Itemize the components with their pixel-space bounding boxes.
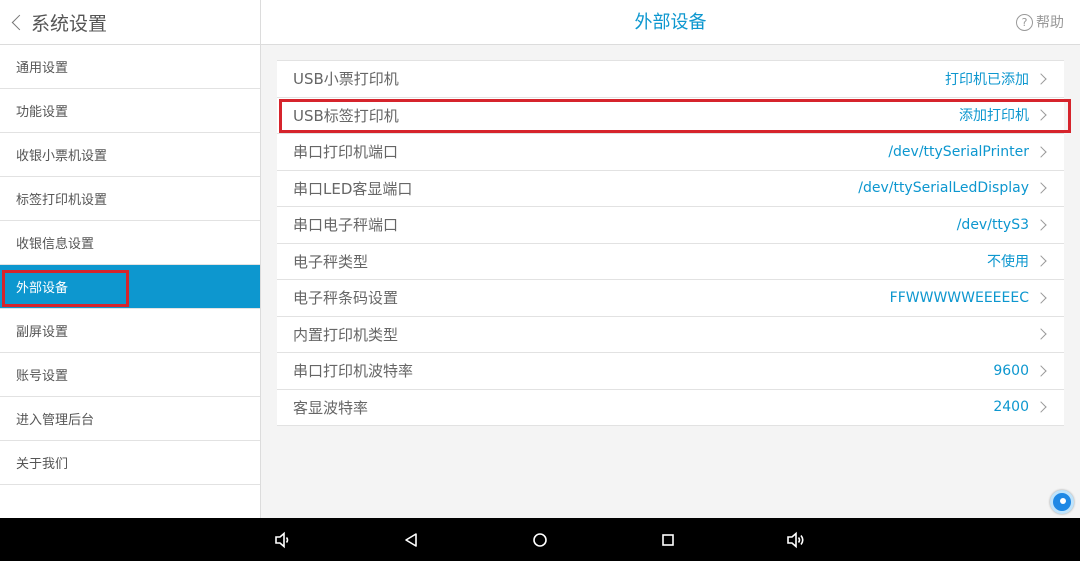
sidebar-item-general[interactable]: 通用设置: [0, 45, 260, 89]
setting-value: /dev/ttyS3: [956, 216, 1029, 233]
chevron-left-icon: [11, 14, 28, 30]
back-button[interactable]: 系统设置: [0, 0, 260, 45]
sidebar-item-label: 标签打印机设置: [16, 193, 108, 208]
sidebar-item-admin-backend[interactable]: 进入管理后台: [0, 397, 260, 441]
setting-label: 客显波特率: [293, 398, 369, 417]
chevron-right-icon: [1035, 255, 1047, 267]
setting-row-scale-type[interactable]: 电子秤类型 不使用: [277, 244, 1064, 280]
sidebar-item-account[interactable]: 账号设置: [0, 353, 260, 397]
floating-assistant-button[interactable]: [1050, 490, 1074, 514]
setting-value: /dev/ttySerialLedDisplay: [858, 180, 1029, 197]
sidebar-item-label: 收银小票机设置: [16, 149, 108, 164]
sidebar-title: 系统设置: [31, 12, 108, 35]
assistant-dot-icon: [1060, 498, 1066, 504]
setting-row-serial-printer-baud[interactable]: 串口打印机波特率 9600: [277, 353, 1064, 390]
setting-value: FFWWWWWEEEEEC: [889, 289, 1029, 306]
setting-label: 串口LED客显端口: [293, 179, 413, 198]
chevron-right-icon: [1035, 401, 1047, 413]
setting-label: 电子秤条码设置: [293, 289, 399, 308]
sidebar-item-label: 通用设置: [16, 61, 69, 76]
sidebar-item-cashier-info[interactable]: 收银信息设置: [0, 221, 260, 265]
settings-list: USB小票打印机 打印机已添加 USB标签打印机 添加打印机 串口打印机端口 /…: [277, 60, 1071, 426]
chevron-right-icon: [1035, 73, 1047, 85]
home-icon[interactable]: [528, 528, 552, 552]
setting-value: 添加打印机: [959, 108, 1029, 125]
setting-label: 串口打印机端口: [293, 143, 399, 162]
setting-value: 不使用: [987, 254, 1029, 271]
setting-row-usb-receipt-printer[interactable]: USB小票打印机 打印机已添加: [277, 61, 1064, 98]
chevron-right-icon: [1035, 292, 1047, 304]
system-nav-bar: [0, 518, 1080, 561]
setting-value: 9600: [993, 362, 1029, 379]
sidebar-item-label: 关于我们: [16, 457, 69, 472]
sidebar-item-about[interactable]: 关于我们: [0, 441, 260, 485]
help-label: 帮助: [1036, 15, 1064, 31]
chevron-right-icon: [1035, 146, 1047, 158]
setting-value: 2400: [993, 399, 1029, 416]
sidebar-item-label: 账号设置: [16, 369, 69, 384]
sidebar-item-label: 收银信息设置: [16, 237, 95, 252]
sidebar-item-external-devices[interactable]: 外部设备: [0, 265, 260, 309]
main-header: 外部设备 ? 帮助: [261, 0, 1080, 45]
page-title: 外部设备: [634, 12, 707, 33]
chevron-right-icon: [1035, 182, 1047, 194]
setting-label: USB标签打印机: [293, 106, 399, 125]
help-button[interactable]: ? 帮助: [1016, 12, 1064, 32]
setting-row-serial-led-port[interactable]: 串口LED客显端口 /dev/ttySerialLedDisplay: [277, 171, 1064, 207]
chevron-right-icon: [1035, 328, 1047, 340]
sidebar: 系统设置 通用设置 功能设置 收银小票机设置 标签打印机设置 收银信息设置 外部…: [0, 0, 261, 518]
setting-row-scale-barcode[interactable]: 电子秤条码设置 FFWWWWWEEEEEC: [277, 280, 1064, 317]
setting-label: USB小票打印机: [293, 70, 399, 89]
sidebar-item-receipt-printer[interactable]: 收银小票机设置: [0, 133, 260, 177]
sidebar-item-label: 进入管理后台: [16, 413, 95, 428]
volume-down-icon[interactable]: [271, 528, 295, 552]
setting-row-usb-label-printer[interactable]: USB标签打印机 添加打印机: [277, 98, 1071, 134]
setting-row-display-baud[interactable]: 客显波特率 2400: [277, 390, 1064, 426]
setting-row-serial-scale-port[interactable]: 串口电子秤端口 /dev/ttyS3: [277, 207, 1064, 244]
setting-value: /dev/ttySerialPrinter: [888, 143, 1029, 160]
setting-row-serial-printer-port[interactable]: 串口打印机端口 /dev/ttySerialPrinter: [277, 134, 1064, 171]
chevron-right-icon: [1035, 365, 1047, 377]
setting-row-builtin-printer-type[interactable]: 内置打印机类型: [277, 317, 1064, 353]
volume-up-icon[interactable]: [784, 528, 808, 552]
setting-label: 电子秤类型: [293, 252, 369, 271]
recents-icon[interactable]: [656, 528, 680, 552]
chevron-right-icon: [1035, 109, 1047, 121]
setting-label: 串口电子秤端口: [293, 216, 399, 235]
sidebar-item-label: 功能设置: [16, 105, 69, 120]
setting-label: 串口打印机波特率: [293, 362, 414, 381]
chevron-right-icon: [1035, 219, 1047, 231]
setting-value: 打印机已添加: [945, 71, 1029, 88]
app-root: 系统设置 通用设置 功能设置 收银小票机设置 标签打印机设置 收银信息设置 外部…: [0, 0, 1080, 561]
back-icon[interactable]: [399, 528, 423, 552]
setting-label: 内置打印机类型: [293, 325, 399, 344]
highlight-box: [2, 270, 129, 307]
sidebar-item-secondary-screen[interactable]: 副屏设置: [0, 309, 260, 353]
sidebar-item-features[interactable]: 功能设置: [0, 89, 260, 133]
sidebar-item-label: 副屏设置: [16, 325, 69, 340]
help-icon: ?: [1016, 13, 1033, 31]
sidebar-item-label-printer[interactable]: 标签打印机设置: [0, 177, 260, 221]
